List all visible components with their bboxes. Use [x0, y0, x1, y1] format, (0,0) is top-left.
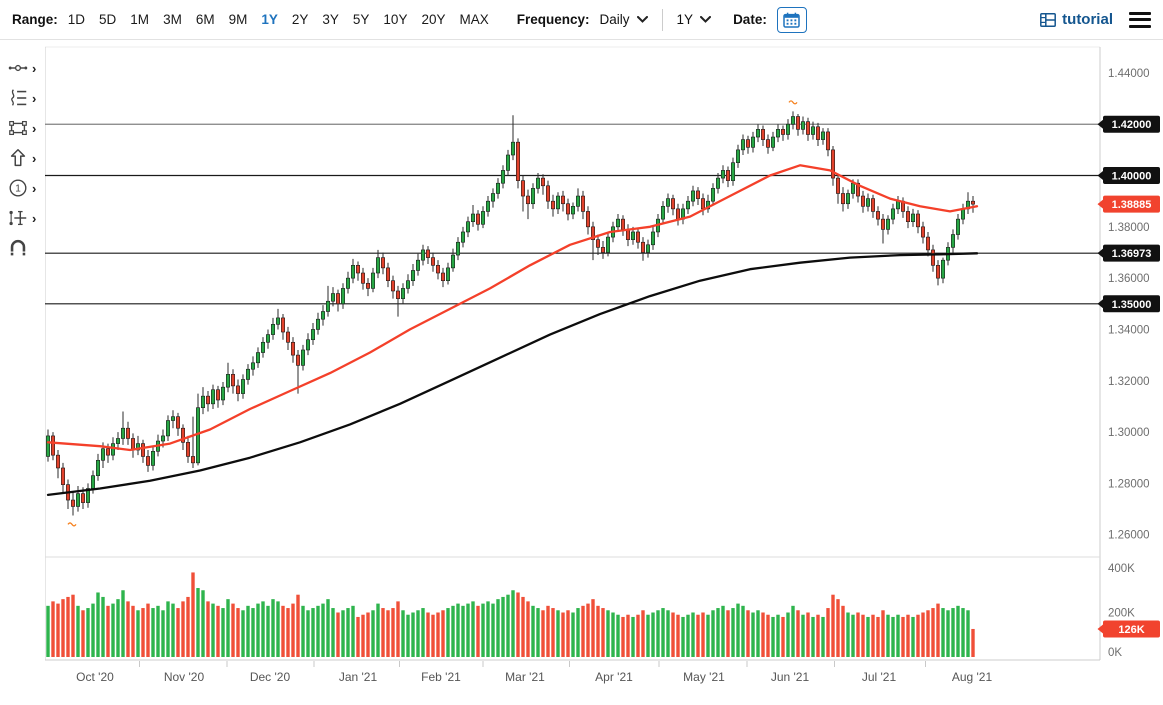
number-annotation-tool-icon: 1 [7, 177, 29, 199]
calendar-icon [783, 12, 801, 28]
channel-tool-icon [7, 207, 29, 229]
svg-text:1.36973: 1.36973 [1112, 248, 1152, 260]
range-item-20y[interactable]: 20Y [421, 12, 445, 27]
price-axis-label: 1.38000 [1108, 222, 1150, 234]
range-item-3m[interactable]: 3M [163, 12, 182, 27]
svg-text:1.35000: 1.35000 [1112, 299, 1152, 311]
fibonacci-tool-icon [7, 87, 29, 109]
fibonacci-tool[interactable]: › [0, 83, 45, 113]
month-label: Aug '21 [952, 670, 993, 684]
price-axis-label: 1.44000 [1108, 68, 1150, 80]
chevron-right-icon[interactable]: › [32, 92, 36, 105]
date-picker-button[interactable] [776, 6, 807, 33]
range-selector: 1D 5D 1M 3M 6M 9M 1Y 2Y 3Y 5Y 10Y 20Y MAX [68, 12, 489, 27]
brand-grid-icon [1040, 12, 1057, 27]
price-axis-label: 1.28000 [1108, 478, 1150, 490]
price-axis-label: 1.34000 [1108, 324, 1150, 336]
svg-text:126K: 126K [1118, 624, 1144, 636]
month-label: Mar '21 [505, 670, 545, 684]
range-label: Range: [12, 12, 58, 27]
extreme-markers [67, 100, 798, 527]
date-label: Date: [733, 12, 767, 27]
volume-axis-labels: 400K 200K 0K [1108, 563, 1135, 659]
ma-slow-line [46, 252, 979, 497]
month-label: Apr '21 [595, 670, 633, 684]
magnet-tool[interactable] [0, 233, 45, 263]
price-axis-label: 1.36000 [1108, 273, 1150, 285]
x-axis-labels: Oct '20 Nov '20 Dec '20 Jan '21 Feb '21 Mar '… [76, 661, 992, 684]
price-line-badge: 1.42000 [1097, 115, 1160, 133]
range-item-10y[interactable]: 10Y [383, 12, 407, 27]
month-label: Nov '20 [164, 670, 205, 684]
svg-text:1.40000: 1.40000 [1112, 171, 1152, 183]
range-item-5y[interactable]: 5Y [353, 12, 370, 27]
month-label: Jan '21 [339, 670, 378, 684]
number-annotation-tool[interactable]: 1 › [0, 173, 45, 203]
toolbar-separator [661, 8, 663, 31]
price-axis-label: 1.26000 [1108, 530, 1150, 542]
last-price-badge: 1.38885 [1097, 195, 1160, 213]
range-item-1d[interactable]: 1D [68, 12, 85, 27]
pane-borders [44, 46, 1101, 661]
magnet-tool-icon [7, 237, 29, 259]
shapes-tool-icon [7, 117, 29, 139]
month-label: Dec '20 [250, 670, 291, 684]
range-item-9m[interactable]: 9M [229, 12, 248, 27]
menu-icon[interactable] [1129, 11, 1151, 28]
brand-link[interactable]: tutorial [1040, 11, 1113, 28]
range-item-5d[interactable]: 5D [99, 12, 116, 27]
last-volume-badge: 126K [1097, 620, 1160, 638]
month-label: Oct '20 [76, 670, 114, 684]
price-line-badge: 1.40000 [1097, 167, 1160, 185]
price-axis-label: 1.30000 [1108, 427, 1150, 439]
svg-text:1: 1 [15, 184, 21, 195]
range-item-max[interactable]: MAX [459, 12, 488, 27]
range-item-3y[interactable]: 3Y [322, 12, 339, 27]
range-item-1y[interactable]: 1Y [261, 12, 278, 27]
volume-bars [46, 572, 975, 657]
trendline-tool-icon [7, 57, 29, 79]
range-item-1m[interactable]: 1M [130, 12, 149, 27]
drawing-toolbar: › › › › 1 › › [0, 40, 45, 705]
frequency-value: Daily [599, 12, 630, 27]
period-dropdown[interactable]: 1Y [677, 12, 712, 27]
channel-tool[interactable]: › [0, 203, 45, 233]
arrow-tool-icon [7, 147, 29, 169]
volume-axis-label: 0K [1108, 647, 1122, 659]
range-item-6m[interactable]: 6M [196, 12, 215, 27]
svg-text:1.42000: 1.42000 [1112, 119, 1152, 131]
chevron-right-icon[interactable]: › [32, 182, 36, 195]
chart-canvas[interactable]: 1.44000 1.42000 1.40000 1.38000 1.36000 1.340… [0, 0, 1163, 705]
chevron-right-icon[interactable]: › [32, 212, 36, 225]
trendline-tool[interactable]: › [0, 53, 45, 83]
brand-name: tutorial [1062, 11, 1113, 28]
volume-axis-label: 400K [1108, 563, 1135, 575]
ma-fast-line [46, 164, 979, 452]
price-line-badge: 1.36973 [1097, 244, 1160, 262]
svg-text:1.38885: 1.38885 [1112, 199, 1152, 211]
chevron-right-icon[interactable]: › [32, 152, 36, 165]
arrow-tool[interactable]: › [0, 143, 45, 173]
shapes-tool[interactable]: › [0, 113, 45, 143]
range-item-2y[interactable]: 2Y [292, 12, 309, 27]
period-value: 1Y [676, 12, 694, 27]
chevron-down-icon [700, 16, 712, 23]
frequency-label: Frequency: [516, 12, 590, 27]
chevron-right-icon[interactable]: › [32, 62, 36, 75]
month-label: May '21 [683, 670, 725, 684]
month-label: Feb '21 [421, 670, 461, 684]
volume-axis-label: 200K [1108, 608, 1135, 620]
month-label: Jun '21 [771, 670, 810, 684]
frequency-dropdown[interactable]: Daily [600, 12, 648, 27]
price-line-badge: 1.35000 [1097, 295, 1160, 313]
toolbar: Range: 1D 5D 1M 3M 6M 9M 1Y 2Y 3Y 5Y 10Y 20Y MAX Fre… [0, 0, 1163, 40]
price-axis-label: 1.32000 [1108, 376, 1150, 388]
chevron-right-icon[interactable]: › [32, 122, 36, 135]
month-label: Jul '21 [862, 670, 897, 684]
chevron-down-icon [636, 16, 648, 23]
